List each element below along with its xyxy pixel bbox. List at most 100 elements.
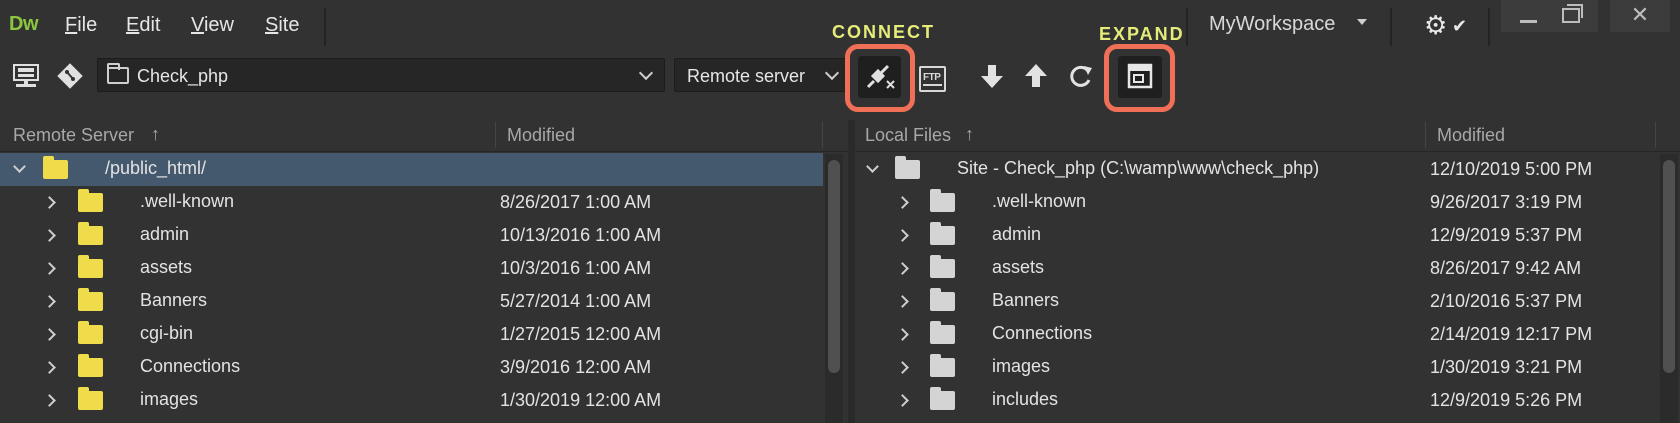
menu-view[interactable]: View [191,14,234,37]
menu-site[interactable]: Site [265,14,299,37]
local-item-modified: 2/14/2019 12:17 PM [1430,324,1593,344]
ftp-log-line [923,84,942,86]
workspace-switcher[interactable]: MyWorkspace [1209,13,1335,36]
remote-scrollbar[interactable] [825,154,843,423]
table-row[interactable]: cgi-bin 1/27/2015 12:00 AM [0,318,848,351]
table-row[interactable]: images 1/30/2019 12:00 AM [0,384,848,417]
remote-item-modified: 5/27/2014 1:00 AM [500,291,652,311]
chevron-right-icon[interactable] [896,229,909,242]
table-row[interactable]: includes 12/9/2019 5:26 PM [855,384,1680,417]
table-row[interactable]: .well-known 8/26/2017 1:00 AM [0,186,848,219]
table-row[interactable]: Connections 3/9/2016 12:00 AM [0,351,848,384]
chevron-down-icon [638,65,654,81]
folder-open-icon [43,156,68,179]
table-row[interactable]: images 1/30/2019 3:21 PM [855,351,1680,384]
folder-icon [930,189,955,212]
gear-icon[interactable]: ⚙ [1424,10,1447,41]
chevron-right-icon[interactable] [43,229,56,242]
git-icon[interactable] [56,62,84,90]
column-separator[interactable] [495,122,496,148]
remote-column-name[interactable]: Remote Server [13,125,134,146]
table-row[interactable]: Banners 2/10/2016 5:37 PM [855,285,1680,318]
ftp-log-button[interactable]: FTP [919,66,946,92]
table-row[interactable]: Connections 2/14/2019 12:17 PM [855,318,1680,351]
folder-icon [78,321,103,344]
local-item-name: .well-known [992,191,1087,211]
scroll-thumb[interactable] [828,160,840,373]
column-separator[interactable] [1425,122,1426,148]
dreamweaver-logo: Dw [9,13,39,35]
local-item-modified: 2/10/2016 5:37 PM [1430,291,1583,311]
column-separator[interactable] [1655,122,1656,148]
chevron-right-icon[interactable] [43,295,56,308]
connect-callout: CONNECT [832,22,935,42]
local-root-modified: 12/10/2019 5:00 PM [1430,159,1593,179]
pane-splitter[interactable] [848,120,855,423]
remote-item-modified: 8/26/2017 1:00 AM [500,192,652,212]
table-row[interactable]: admin 10/13/2016 1:00 AM [0,219,848,252]
scroll-thumb[interactable] [1663,160,1675,373]
remote-item-modified: 1/30/2019 12:00 AM [500,390,662,410]
server-view-select[interactable]: Remote server [674,58,846,92]
table-row[interactable]: Banners 5/27/2014 1:00 AM [0,285,848,318]
chevron-down-icon[interactable] [866,160,879,173]
folder-icon [930,255,955,278]
chevron-right-icon[interactable] [43,328,56,341]
remote-pane-header: Remote Server ↑ Modified [0,120,848,152]
menu-separator [1390,8,1392,46]
local-column-modified[interactable]: Modified [1437,125,1505,146]
chevron-right-icon[interactable] [43,262,56,275]
local-root-name: Site - Check_php (C:\wamp\www\check_php) [957,158,1320,178]
folder-icon [930,222,955,245]
chevron-right-icon[interactable] [896,196,909,209]
local-column-name[interactable]: Local Files [865,125,951,146]
maximize-button[interactable] [1544,0,1598,32]
server-monitor-icon[interactable] [12,62,40,90]
server-view-value: Remote server [687,66,806,86]
arrow-down-icon[interactable] [978,62,1006,90]
folder-icon [78,189,103,212]
remote-column-modified[interactable]: Modified [507,125,575,146]
local-item-name: images [992,356,1051,376]
remote-item-name: images [140,389,199,409]
table-row[interactable]: assets 10/3/2016 1:00 AM [0,252,848,285]
remote-item-modified: 1/27/2015 12:00 AM [500,324,662,344]
folder-icon [930,387,955,410]
column-separator[interactable] [822,122,823,148]
refresh-icon[interactable] [1066,62,1094,90]
sort-ascending-icon[interactable]: ↑ [151,124,160,145]
table-row[interactable]: admin 12/9/2019 5:37 PM [855,219,1680,252]
remote-item-name: cgi-bin [140,323,194,343]
chevron-right-icon[interactable] [43,361,56,374]
site-select-value: Check_php [137,66,229,86]
restore-icon [1562,4,1583,23]
remote-item-name: Banners [140,290,208,310]
chevron-right-icon[interactable] [43,196,56,209]
chevron-down-icon [824,65,840,81]
table-row[interactable]: .well-known 9/26/2017 3:19 PM [855,186,1680,219]
remote-item-modified: 10/13/2016 1:00 AM [500,225,662,245]
chevron-right-icon[interactable] [43,394,56,407]
remote-item-name: .well-known [140,191,235,211]
table-row[interactable]: assets 8/26/2017 9:42 AM [855,252,1680,285]
chevron-down-icon[interactable] [13,160,26,173]
chevron-right-icon[interactable] [896,361,909,374]
close-button[interactable]: ✕ [1610,0,1670,32]
sort-ascending-icon[interactable]: ↑ [965,124,974,145]
folder-icon [78,255,103,278]
remote-root-row[interactable]: /public_html/ [0,153,823,186]
local-root-row[interactable]: Site - Check_php (C:\wamp\www\check_php)… [855,153,1680,186]
remote-root-name: /public_html/ [105,158,207,178]
chevron-right-icon[interactable] [896,262,909,275]
caret-down-icon[interactable] [1357,19,1367,25]
local-item-modified: 1/30/2019 3:21 PM [1430,357,1583,377]
menu-file[interactable]: File [65,14,97,37]
site-select[interactable]: Check_php [97,58,665,92]
arrow-up-icon[interactable] [1022,62,1050,90]
folder-open-icon [895,156,920,179]
menu-edit[interactable]: Edit [126,14,160,37]
chevron-right-icon[interactable] [896,394,909,407]
chevron-right-icon[interactable] [896,328,909,341]
local-scrollbar[interactable] [1660,154,1678,423]
chevron-right-icon[interactable] [896,295,909,308]
